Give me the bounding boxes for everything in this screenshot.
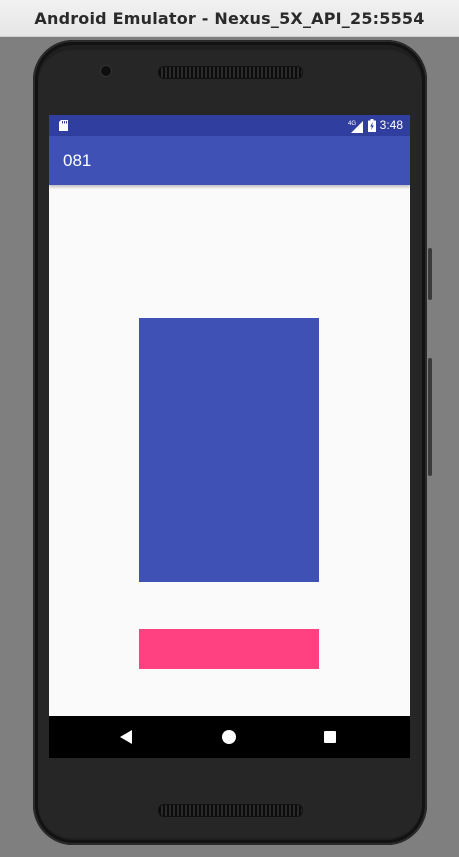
network-type-label: 4G bbox=[348, 121, 356, 127]
battery-charging-icon bbox=[367, 119, 376, 132]
app-title: 081 bbox=[63, 151, 92, 170]
power-button[interactable] bbox=[428, 248, 432, 300]
status-icons: 4G 3:48 bbox=[348, 115, 403, 136]
signal-4g-icon: 4G bbox=[348, 120, 363, 133]
status-bar: 4G 3:48 bbox=[49, 115, 410, 136]
front-camera-icon bbox=[101, 66, 111, 76]
app-toolbar: 081 bbox=[49, 136, 410, 185]
back-icon[interactable] bbox=[120, 730, 132, 744]
navigation-bar bbox=[49, 716, 410, 758]
status-clock: 3:48 bbox=[379, 118, 403, 132]
earpiece-speaker bbox=[158, 66, 303, 79]
bottom-speaker bbox=[158, 804, 303, 817]
volume-button[interactable] bbox=[428, 358, 432, 476]
sd-card-icon bbox=[59, 120, 68, 131]
recents-icon[interactable] bbox=[324, 731, 336, 743]
emulator-window-title: Android Emulator - Nexus_5X_API_25:5554 bbox=[0, 0, 459, 37]
device-screen: 4G 3:48 081 bbox=[49, 115, 410, 758]
primary-color-view bbox=[139, 318, 319, 582]
accent-color-view bbox=[139, 629, 319, 669]
home-icon[interactable] bbox=[222, 730, 236, 744]
